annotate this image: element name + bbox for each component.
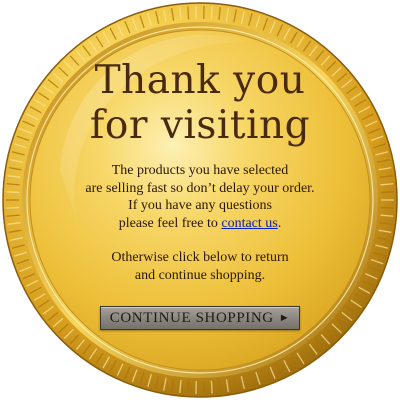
message-line-1: The products you have selected — [111, 163, 289, 178]
coin-reed-mark — [210, 6, 213, 20]
right-triangle-arrow-icon: ► — [278, 312, 291, 324]
selected-products-message: The products you have selected are selli… — [40, 162, 360, 232]
thank-you-coin-page: Thank you for visiting The products you … — [0, 0, 400, 400]
coin-reed-mark — [187, 380, 190, 394]
contact-us-link[interactable]: contact us — [221, 216, 277, 231]
message-line-4: please feel free to contact us. — [40, 215, 360, 233]
continue-shopping-button[interactable]: CONTINUE SHOPPING ► — [100, 306, 300, 330]
continue-button-wrapper: CONTINUE SHOPPING ► — [100, 306, 300, 330]
message-line-2: are selling fast so don’t delay your ord… — [85, 180, 315, 196]
thank-you-headline: Thank you for visiting — [40, 58, 360, 148]
message-line-4-prefix: please feel free to — [118, 215, 222, 231]
message2-line-1: Otherwise click below to return — [111, 250, 289, 265]
headline-line-1: Thank you — [94, 58, 306, 103]
message-line-4-suffix: . — [277, 215, 282, 231]
coin-reed-mark — [187, 6, 190, 20]
headline-line-2: for visiting — [89, 103, 311, 148]
message-line-3: If you have any questions — [128, 198, 272, 213]
coin-text-content: Thank you for visiting The products you … — [40, 58, 360, 284]
continue-instructions-message: Otherwise click below to return and cont… — [40, 249, 360, 284]
coin-reed-mark — [6, 206, 20, 209]
coin-reed-mark — [380, 191, 394, 194]
coin-reed-mark — [210, 380, 213, 394]
continue-shopping-label: CONTINUE SHOPPING — [109, 309, 274, 326]
message2-line-2: and continue shopping. — [134, 267, 266, 283]
coin-reed-mark — [6, 191, 20, 194]
coin-reed-mark — [380, 206, 394, 209]
